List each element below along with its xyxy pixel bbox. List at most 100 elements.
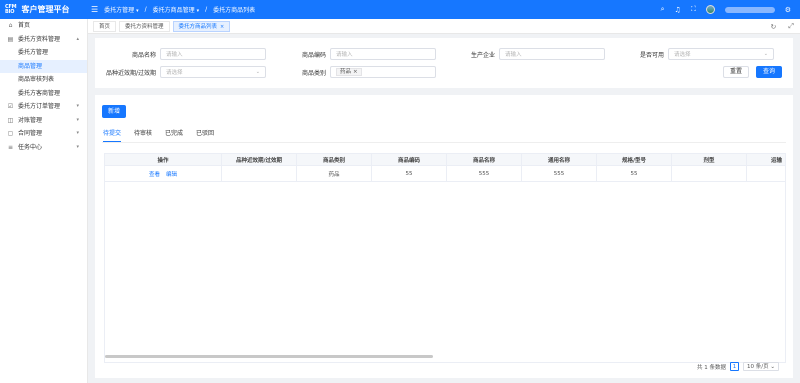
close-icon[interactable]: × (353, 68, 358, 76)
horizontal-scrollbar[interactable] (105, 355, 433, 358)
tabs-actions: ↻ ⤢ (771, 19, 794, 34)
sidebar-item-goods-review[interactable]: 商品审核列表 (0, 73, 87, 87)
cell-code: 55 (372, 166, 447, 181)
sidebar-item-client-data[interactable]: ▤ 委托方资料管理 ▴ (0, 33, 87, 47)
table-header: 操作 品种近效期/过效期 商品类别 商品编码 商品名称 通用名称 规格/型号 剂… (105, 154, 785, 166)
topnav-item-client-goods[interactable]: 委托方商品管理 ▾ (153, 5, 199, 14)
available-select[interactable]: 请选择 ⌄ (668, 48, 774, 60)
col-header-common-name: 通用名称 (522, 154, 597, 165)
col-header-code: 商品编码 (372, 154, 447, 165)
col-header-expiry: 品种近效期/过效期 (222, 154, 297, 165)
sidebar-item-tasks[interactable]: ≡ 任务中心 ▾ (0, 141, 87, 155)
avatar[interactable] (705, 5, 715, 14)
cell-expiry (222, 166, 297, 181)
logo-mark: CFM BIO (5, 3, 17, 15)
row-actions: 查看 编辑 (105, 166, 222, 181)
chevron-down-icon: ⌄ (255, 69, 260, 75)
chevron-down-icon: ⌄ (770, 364, 775, 370)
tab-goods-list[interactable]: 委托方商品列表 × (172, 20, 231, 32)
search-form: 商品名称 请输入 商品编码 请输入 生产企业 请输入 是否可用 请选择 ⌄ 品种近… (95, 38, 793, 88)
field-manufacturer: 生产企业 请输入 (434, 48, 605, 60)
status-tabs: 待提交 待审核 已完成 已驳回 (103, 128, 214, 142)
sidebar-item-home[interactable]: ⌂ 首页 (0, 19, 87, 33)
order-icon: ☑ (7, 103, 14, 110)
reset-button[interactable]: 重置 (723, 66, 749, 78)
chevron-down-icon: ▾ (76, 103, 79, 109)
cell-category: 药品 (297, 166, 372, 181)
add-button[interactable]: 新增 (102, 105, 126, 118)
cell-transport (747, 166, 785, 181)
tab-rejected[interactable]: 已驳回 (196, 128, 214, 142)
col-header-actions: 操作 (105, 154, 222, 165)
col-header-spec: 规格/型号 (597, 154, 672, 165)
table-row: 查看 编辑 药品 55 555 555 55 (105, 166, 785, 182)
username-blurred[interactable] (724, 6, 775, 13)
top-header: CFM BIO 客户管理平台 ☰ 委托方管理 ▾ / 委托方商品管理 ▾ / 委托… (0, 0, 800, 19)
tabs-divider (102, 142, 786, 143)
page-size-select[interactable]: 10 条/页 ⌄ (743, 362, 779, 371)
edit-link[interactable]: 编辑 (166, 170, 177, 178)
sidebar-item-contracts[interactable]: ▢ 合同管理 ▾ (0, 127, 87, 141)
sidebar-item-reconcile[interactable]: ◫ 对账管理 ▾ (0, 114, 87, 128)
expiry-select[interactable]: 请选择 ⌄ (160, 66, 266, 78)
tab-pending-review[interactable]: 待审核 (134, 128, 152, 142)
col-header-transport: 运输 (747, 154, 785, 165)
chevron-down-icon: ▾ (76, 143, 79, 150)
total-count: 共 1 条数据 (697, 364, 727, 371)
folder-icon: ▤ (7, 35, 14, 43)
category-select[interactable]: 药品 × (330, 66, 436, 78)
topnav-item-goods-list[interactable]: 委托方商品列表 (213, 5, 255, 14)
tab-client-data[interactable]: 委托方资料管理 (119, 20, 170, 32)
topnav-item-client-mgmt[interactable]: 委托方管理 ▾ (104, 5, 138, 14)
cell-dosage-form (672, 166, 747, 181)
close-icon[interactable]: × (220, 24, 224, 30)
refresh-icon[interactable]: ↻ (771, 23, 777, 31)
col-header-name: 商品名称 (447, 154, 522, 165)
tab-pending-submit[interactable]: 待提交 (103, 128, 122, 142)
category-chip: 药品 × (336, 68, 362, 76)
menu-toggle-icon[interactable]: ☰ (91, 5, 98, 14)
product-code-input[interactable]: 请输入 (330, 48, 436, 60)
manufacturer-input[interactable]: 请输入 (499, 48, 605, 60)
bell-icon[interactable]: ♫ (675, 6, 681, 14)
expand-icon[interactable]: ⤢ (788, 22, 794, 31)
page-tabs: 首页 委托方资料管理 委托方商品列表 × ↻ ⤢ (88, 19, 800, 34)
pagination: 共 1 条数据 1 10 条/页 ⌄ (697, 362, 779, 371)
chevron-down-icon: ▾ (76, 130, 79, 136)
chevron-down-icon: ▾ (136, 8, 139, 14)
header-tools: ⌕ ♫ ⛶ ⚙ (661, 0, 791, 19)
sidebar-item-orders[interactable]: ☑ 委托方订单管理 ▾ (0, 100, 87, 114)
chevron-down-icon: ▾ (196, 8, 200, 14)
chevron-down-icon: ▾ (76, 116, 79, 123)
field-category: 商品类别 药品 × (265, 66, 436, 78)
cell-spec: 55 (597, 166, 672, 181)
search-icon[interactable]: ⌕ (661, 5, 665, 14)
field-available: 是否可用 请选择 ⌄ (603, 48, 774, 60)
settings-icon[interactable]: ⚙ (785, 6, 791, 14)
contract-icon: ▢ (7, 130, 14, 137)
search-button[interactable]: 查询 (756, 66, 782, 78)
sidebar-item-goods-mgmt[interactable]: 商品管理 (0, 59, 87, 73)
field-expiry: 品种近效期/过效期 请选择 ⌄ (95, 66, 266, 78)
sidebar-item-client-mgmt[interactable]: 委托方管理 (0, 46, 87, 60)
product-name-input[interactable]: 请输入 (160, 48, 266, 60)
top-nav: 委托方管理 ▾ / 委托方商品管理 ▾ / 委托方商品列表 (104, 5, 255, 14)
col-header-category: 商品类别 (297, 154, 372, 165)
field-product-name: 商品名称 请输入 (95, 48, 266, 60)
sidebar: ⌂ 首页 ▤ 委托方资料管理 ▴ 委托方管理 商品管理 商品审核列表 委托方客商管理 … (0, 19, 88, 383)
fullscreen-icon[interactable]: ⛶ (691, 5, 696, 14)
tab-completed[interactable]: 已完成 (165, 128, 183, 142)
task-icon: ≡ (7, 143, 14, 151)
home-icon: ⌂ (8, 22, 13, 29)
main-card: 新增 待提交 待审核 已完成 已驳回 操作 品种近效期/过效期 商品类别 商品编… (95, 95, 793, 378)
nav-separator: / (205, 6, 208, 13)
field-product-code: 商品编码 请输入 (265, 48, 436, 60)
view-link[interactable]: 查看 (149, 170, 160, 178)
col-header-dosage-form: 剂型 (672, 154, 747, 165)
chevron-up-icon: ▴ (76, 35, 79, 42)
page-1-button[interactable]: 1 (730, 362, 740, 371)
tab-home[interactable]: 首页 (93, 20, 117, 32)
chevron-down-icon: ⌄ (763, 51, 768, 57)
sidebar-item-client-merchant[interactable]: 委托方客商管理 (0, 87, 87, 101)
cell-name: 555 (447, 166, 522, 181)
